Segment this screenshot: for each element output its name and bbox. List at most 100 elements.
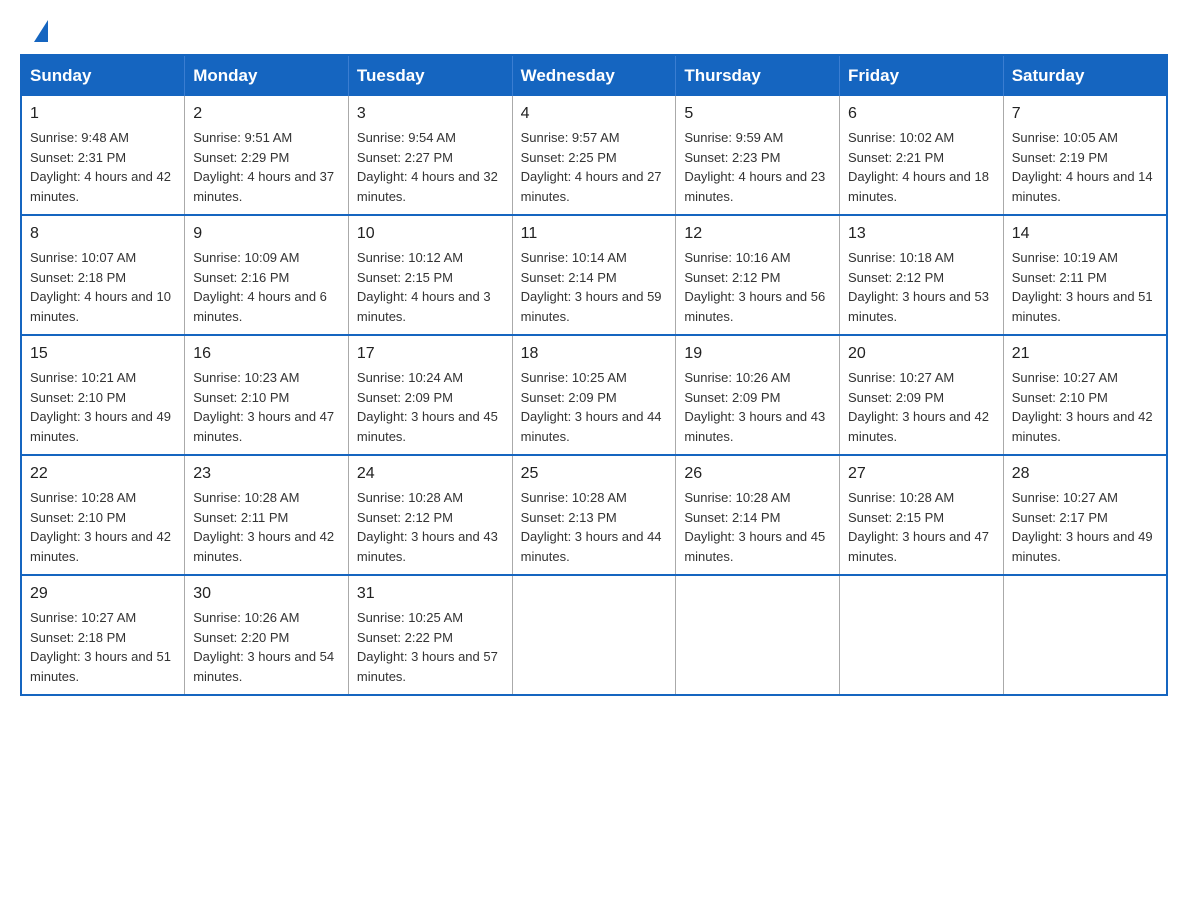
day-info: Sunrise: 9:54 AMSunset: 2:27 PMDaylight:… xyxy=(357,130,498,204)
calendar-day-cell: 4 Sunrise: 9:57 AMSunset: 2:25 PMDayligh… xyxy=(512,96,676,215)
day-number: 20 xyxy=(848,342,995,366)
day-number: 30 xyxy=(193,582,340,606)
calendar-day-cell: 30 Sunrise: 10:26 AMSunset: 2:20 PMDayli… xyxy=(185,575,349,695)
calendar-day-cell: 15 Sunrise: 10:21 AMSunset: 2:10 PMDayli… xyxy=(21,335,185,455)
day-number: 7 xyxy=(1012,102,1158,126)
logo xyxy=(30,20,48,44)
logo-blue-part xyxy=(30,20,48,44)
day-number: 11 xyxy=(521,222,668,246)
day-info: Sunrise: 10:02 AMSunset: 2:21 PMDaylight… xyxy=(848,130,989,204)
calendar-day-cell: 23 Sunrise: 10:28 AMSunset: 2:11 PMDayli… xyxy=(185,455,349,575)
calendar-day-cell: 18 Sunrise: 10:25 AMSunset: 2:09 PMDayli… xyxy=(512,335,676,455)
calendar-day-cell xyxy=(1003,575,1167,695)
day-info: Sunrise: 10:16 AMSunset: 2:12 PMDaylight… xyxy=(684,250,825,324)
day-number: 9 xyxy=(193,222,340,246)
header-row: Sunday Monday Tuesday Wednesday Thursday… xyxy=(21,55,1167,96)
day-number: 31 xyxy=(357,582,504,606)
day-info: Sunrise: 10:26 AMSunset: 2:09 PMDaylight… xyxy=(684,370,825,444)
calendar-day-cell xyxy=(840,575,1004,695)
calendar-week-row: 1 Sunrise: 9:48 AMSunset: 2:31 PMDayligh… xyxy=(21,96,1167,215)
calendar-day-cell: 13 Sunrise: 10:18 AMSunset: 2:12 PMDayli… xyxy=(840,215,1004,335)
day-number: 29 xyxy=(30,582,176,606)
day-number: 28 xyxy=(1012,462,1158,486)
calendar-day-cell xyxy=(676,575,840,695)
day-info: Sunrise: 10:27 AMSunset: 2:17 PMDaylight… xyxy=(1012,490,1153,564)
calendar-week-row: 15 Sunrise: 10:21 AMSunset: 2:10 PMDayli… xyxy=(21,335,1167,455)
day-number: 15 xyxy=(30,342,176,366)
day-number: 2 xyxy=(193,102,340,126)
day-info: Sunrise: 10:24 AMSunset: 2:09 PMDaylight… xyxy=(357,370,498,444)
day-info: Sunrise: 10:28 AMSunset: 2:10 PMDaylight… xyxy=(30,490,171,564)
calendar-table: Sunday Monday Tuesday Wednesday Thursday… xyxy=(20,54,1168,696)
day-number: 8 xyxy=(30,222,176,246)
calendar-day-cell: 28 Sunrise: 10:27 AMSunset: 2:17 PMDayli… xyxy=(1003,455,1167,575)
calendar-body: 1 Sunrise: 9:48 AMSunset: 2:31 PMDayligh… xyxy=(21,96,1167,695)
day-info: Sunrise: 10:23 AMSunset: 2:10 PMDaylight… xyxy=(193,370,334,444)
calendar-week-row: 22 Sunrise: 10:28 AMSunset: 2:10 PMDayli… xyxy=(21,455,1167,575)
day-info: Sunrise: 10:07 AMSunset: 2:18 PMDaylight… xyxy=(30,250,171,324)
day-info: Sunrise: 10:18 AMSunset: 2:12 PMDaylight… xyxy=(848,250,989,324)
day-info: Sunrise: 10:25 AMSunset: 2:22 PMDaylight… xyxy=(357,610,498,684)
calendar-day-cell: 10 Sunrise: 10:12 AMSunset: 2:15 PMDayli… xyxy=(348,215,512,335)
calendar-day-cell: 27 Sunrise: 10:28 AMSunset: 2:15 PMDayli… xyxy=(840,455,1004,575)
header-monday: Monday xyxy=(185,55,349,96)
day-info: Sunrise: 10:05 AMSunset: 2:19 PMDaylight… xyxy=(1012,130,1153,204)
day-number: 1 xyxy=(30,102,176,126)
day-info: Sunrise: 10:27 AMSunset: 2:18 PMDaylight… xyxy=(30,610,171,684)
calendar-day-cell: 19 Sunrise: 10:26 AMSunset: 2:09 PMDayli… xyxy=(676,335,840,455)
calendar-day-cell: 12 Sunrise: 10:16 AMSunset: 2:12 PMDayli… xyxy=(676,215,840,335)
header-sunday: Sunday xyxy=(21,55,185,96)
day-info: Sunrise: 9:57 AMSunset: 2:25 PMDaylight:… xyxy=(521,130,662,204)
day-info: Sunrise: 10:27 AMSunset: 2:09 PMDaylight… xyxy=(848,370,989,444)
day-info: Sunrise: 10:12 AMSunset: 2:15 PMDaylight… xyxy=(357,250,491,324)
calendar-day-cell: 21 Sunrise: 10:27 AMSunset: 2:10 PMDayli… xyxy=(1003,335,1167,455)
day-info: Sunrise: 10:21 AMSunset: 2:10 PMDaylight… xyxy=(30,370,171,444)
calendar-day-cell: 7 Sunrise: 10:05 AMSunset: 2:19 PMDaylig… xyxy=(1003,96,1167,215)
day-info: Sunrise: 10:28 AMSunset: 2:12 PMDaylight… xyxy=(357,490,498,564)
calendar-day-cell: 31 Sunrise: 10:25 AMSunset: 2:22 PMDayli… xyxy=(348,575,512,695)
calendar-week-row: 8 Sunrise: 10:07 AMSunset: 2:18 PMDaylig… xyxy=(21,215,1167,335)
calendar-header: Sunday Monday Tuesday Wednesday Thursday… xyxy=(21,55,1167,96)
calendar-day-cell: 3 Sunrise: 9:54 AMSunset: 2:27 PMDayligh… xyxy=(348,96,512,215)
calendar-day-cell: 24 Sunrise: 10:28 AMSunset: 2:12 PMDayli… xyxy=(348,455,512,575)
header-tuesday: Tuesday xyxy=(348,55,512,96)
day-info: Sunrise: 10:28 AMSunset: 2:11 PMDaylight… xyxy=(193,490,334,564)
day-number: 6 xyxy=(848,102,995,126)
calendar-day-cell: 11 Sunrise: 10:14 AMSunset: 2:14 PMDayli… xyxy=(512,215,676,335)
header-wednesday: Wednesday xyxy=(512,55,676,96)
day-info: Sunrise: 10:25 AMSunset: 2:09 PMDaylight… xyxy=(521,370,662,444)
day-number: 4 xyxy=(521,102,668,126)
calendar-day-cell: 6 Sunrise: 10:02 AMSunset: 2:21 PMDaylig… xyxy=(840,96,1004,215)
day-number: 3 xyxy=(357,102,504,126)
header-thursday: Thursday xyxy=(676,55,840,96)
day-info: Sunrise: 10:28 AMSunset: 2:13 PMDaylight… xyxy=(521,490,662,564)
day-info: Sunrise: 10:28 AMSunset: 2:14 PMDaylight… xyxy=(684,490,825,564)
day-number: 27 xyxy=(848,462,995,486)
day-info: Sunrise: 9:48 AMSunset: 2:31 PMDaylight:… xyxy=(30,130,171,204)
calendar-day-cell: 5 Sunrise: 9:59 AMSunset: 2:23 PMDayligh… xyxy=(676,96,840,215)
header-friday: Friday xyxy=(840,55,1004,96)
day-number: 17 xyxy=(357,342,504,366)
page-header xyxy=(0,0,1188,54)
day-info: Sunrise: 10:26 AMSunset: 2:20 PMDaylight… xyxy=(193,610,334,684)
day-number: 19 xyxy=(684,342,831,366)
day-number: 23 xyxy=(193,462,340,486)
day-number: 16 xyxy=(193,342,340,366)
day-info: Sunrise: 9:59 AMSunset: 2:23 PMDaylight:… xyxy=(684,130,825,204)
logo-triangle-icon xyxy=(34,20,48,42)
day-info: Sunrise: 10:19 AMSunset: 2:11 PMDaylight… xyxy=(1012,250,1153,324)
day-number: 22 xyxy=(30,462,176,486)
calendar-day-cell: 29 Sunrise: 10:27 AMSunset: 2:18 PMDayli… xyxy=(21,575,185,695)
calendar-day-cell: 1 Sunrise: 9:48 AMSunset: 2:31 PMDayligh… xyxy=(21,96,185,215)
calendar-day-cell: 2 Sunrise: 9:51 AMSunset: 2:29 PMDayligh… xyxy=(185,96,349,215)
day-info: Sunrise: 10:09 AMSunset: 2:16 PMDaylight… xyxy=(193,250,327,324)
calendar-day-cell: 17 Sunrise: 10:24 AMSunset: 2:09 PMDayli… xyxy=(348,335,512,455)
day-info: Sunrise: 10:28 AMSunset: 2:15 PMDaylight… xyxy=(848,490,989,564)
day-number: 21 xyxy=(1012,342,1158,366)
day-number: 18 xyxy=(521,342,668,366)
header-saturday: Saturday xyxy=(1003,55,1167,96)
calendar-container: Sunday Monday Tuesday Wednesday Thursday… xyxy=(0,54,1188,716)
day-number: 5 xyxy=(684,102,831,126)
calendar-day-cell: 14 Sunrise: 10:19 AMSunset: 2:11 PMDayli… xyxy=(1003,215,1167,335)
calendar-week-row: 29 Sunrise: 10:27 AMSunset: 2:18 PMDayli… xyxy=(21,575,1167,695)
